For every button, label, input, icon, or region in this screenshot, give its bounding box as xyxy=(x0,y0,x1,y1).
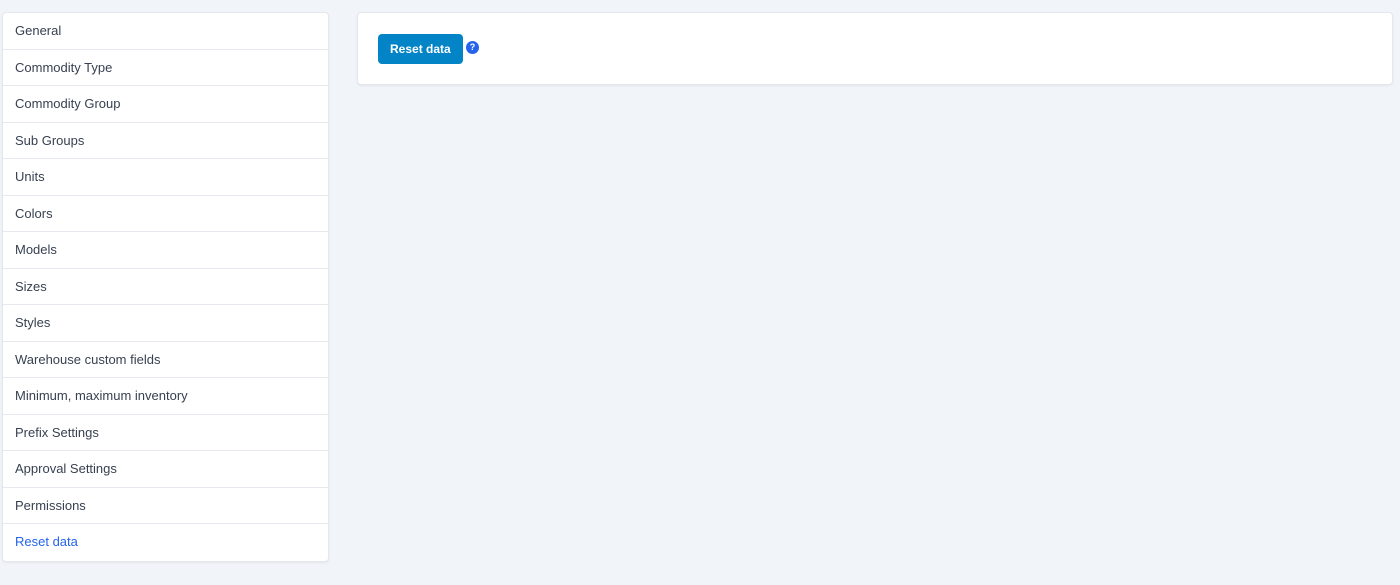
sidebar-item-units[interactable]: Units xyxy=(3,159,328,196)
sidebar-item-reset-data[interactable]: Reset data xyxy=(3,524,328,561)
sidebar-item-models[interactable]: Models xyxy=(3,232,328,269)
sidebar-item-prefix-settings[interactable]: Prefix Settings xyxy=(3,415,328,451)
sidebar-item-approval-settings[interactable]: Approval Settings xyxy=(3,451,328,488)
sidebar-item-warehouse-custom-fields[interactable]: Warehouse custom fields xyxy=(3,342,328,378)
reset-data-panel: Reset data ? xyxy=(357,12,1393,85)
sidebar-item-sizes[interactable]: Sizes xyxy=(3,269,328,305)
reset-data-button[interactable]: Reset data xyxy=(378,34,463,64)
sidebar-item-commodity-group[interactable]: Commodity Group xyxy=(3,86,328,123)
sidebar-item-commodity-type[interactable]: Commodity Type xyxy=(3,50,328,86)
sidebar-item-min-max-inventory[interactable]: Minimum, maximum inventory xyxy=(3,378,328,415)
sidebar-item-colors[interactable]: Colors xyxy=(3,196,328,232)
sidebar-item-sub-groups[interactable]: Sub Groups xyxy=(3,123,328,159)
settings-page: General Commodity Type Commodity Group S… xyxy=(0,0,1400,585)
sidebar-item-styles[interactable]: Styles xyxy=(3,305,328,342)
sidebar-item-general[interactable]: General xyxy=(3,13,328,50)
settings-sidebar: General Commodity Type Commodity Group S… xyxy=(2,12,329,562)
sidebar-item-permissions[interactable]: Permissions xyxy=(3,488,328,524)
question-circle-icon[interactable]: ? xyxy=(466,41,479,54)
